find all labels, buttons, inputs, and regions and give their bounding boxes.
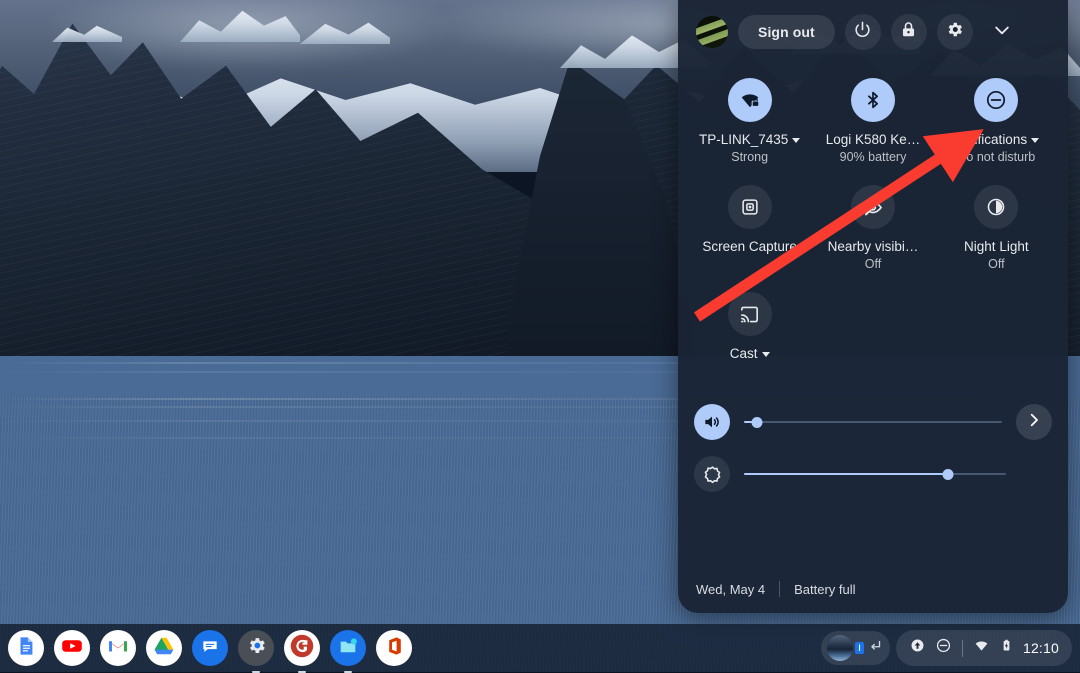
shelf-item-office[interactable] — [376, 630, 412, 666]
lock-button[interactable] — [891, 14, 927, 50]
battery-label: Battery full — [794, 582, 855, 597]
tile-nearby-visibility-label: Nearby visibi… — [828, 239, 919, 255]
power-button[interactable] — [845, 14, 881, 50]
volume-slider[interactable] — [744, 414, 1002, 430]
files-icon — [337, 635, 359, 662]
brightness-slider-thumb[interactable] — [943, 469, 954, 480]
clock: 12:10 — [1023, 640, 1059, 656]
shelf-item-files[interactable] — [330, 630, 366, 666]
shelf-item-settings[interactable] — [238, 630, 274, 666]
drive-icon — [152, 634, 176, 663]
return-key-icon[interactable] — [866, 637, 884, 660]
chevron-down-icon[interactable] — [762, 352, 770, 357]
status-area-button[interactable]: 12:10 — [896, 630, 1072, 666]
grammarly-icon — [289, 633, 315, 664]
shelf: ו — [0, 624, 1080, 672]
tile-screen-capture[interactable]: Screen Capture — [688, 181, 811, 276]
settings-button[interactable] — [937, 14, 973, 50]
system-tray: ו — [821, 630, 1072, 666]
power-icon — [853, 20, 872, 44]
do-not-disturb-icon — [935, 637, 952, 659]
shelf-app-list — [8, 624, 412, 672]
tile-bluetooth-label: Logi K580 Ke… — [826, 132, 921, 148]
tile-night-light-sub: Off — [988, 257, 1004, 272]
tile-screen-capture-label: Screen Capture — [702, 239, 797, 255]
tile-bluetooth-sub: 90% battery — [840, 150, 907, 165]
gear-icon — [945, 20, 964, 44]
tile-notifications-label: Notifications — [954, 132, 1040, 148]
tile-notifications[interactable]: Notifications Do not disturb — [935, 74, 1058, 169]
chevron-right-icon — [1025, 411, 1043, 434]
brightness-icon[interactable] — [694, 456, 730, 492]
tile-night-light[interactable]: Night Light Off — [935, 181, 1058, 276]
settings-icon — [246, 635, 267, 661]
tile-nearby-visibility[interactable]: Nearby visibi… Off — [811, 181, 934, 276]
footer-divider — [779, 581, 780, 597]
volume-slider-thumb[interactable] — [751, 417, 762, 428]
night-light-icon — [974, 185, 1018, 229]
volume-icon[interactable] — [694, 404, 730, 440]
lock-icon — [899, 20, 918, 44]
gmail-icon — [106, 634, 130, 663]
tray-divider — [962, 640, 963, 657]
ime-indicator-icon — [827, 635, 853, 661]
cast-icon — [728, 292, 772, 336]
youtube-icon — [60, 634, 84, 663]
brightness-slider-row — [694, 448, 1052, 500]
tile-nearby-visibility-sub: Off — [865, 257, 881, 272]
quick-settings-footer: Wed, May 4 Battery full — [678, 581, 1068, 613]
sign-out-button[interactable]: Sign out — [738, 15, 835, 49]
bluetooth-icon — [851, 78, 895, 122]
date-label: Wed, May 4 — [696, 582, 765, 597]
sign-out-label: Sign out — [758, 24, 815, 40]
chevron-down-icon[interactable] — [792, 138, 800, 143]
quick-settings-header: Sign out — [678, 0, 1068, 56]
tile-cast-label: Cast — [730, 346, 770, 362]
wifi-locked-icon — [728, 78, 772, 122]
chevron-down-icon — [992, 20, 1012, 45]
tile-night-light-label: Night Light — [964, 239, 1029, 255]
tile-wifi-label: TP-LINK_7435 — [699, 132, 800, 148]
tile-wifi-sub: Strong — [731, 150, 768, 165]
audio-settings-button[interactable] — [1016, 404, 1052, 440]
ime-indicator[interactable]: ו — [821, 631, 890, 665]
office-icon — [382, 634, 406, 663]
tile-wifi[interactable]: TP-LINK_7435 Strong — [688, 74, 811, 169]
nearby-visibility-off-icon — [851, 185, 895, 229]
shelf-item-google-docs[interactable] — [8, 630, 44, 666]
chevron-down-icon[interactable] — [1031, 138, 1039, 143]
shelf-item-youtube[interactable] — [54, 630, 90, 666]
tile-cast[interactable]: Cast — [688, 288, 811, 366]
shelf-item-google-drive[interactable] — [146, 630, 182, 666]
docs-icon — [15, 635, 37, 662]
shelf-item-grammarly[interactable] — [284, 630, 320, 666]
tile-notifications-sub: Do not disturb — [957, 150, 1035, 165]
brightness-slider[interactable] — [744, 466, 1006, 482]
shelf-item-messages[interactable] — [192, 630, 228, 666]
tile-bluetooth[interactable]: Logi K580 Ke… 90% battery — [811, 74, 934, 169]
quick-settings-sliders — [678, 370, 1068, 500]
battery-full-icon — [999, 637, 1014, 659]
wifi-icon — [973, 637, 990, 659]
avatar[interactable] — [696, 16, 728, 48]
screen-capture-icon — [728, 185, 772, 229]
shelf-item-gmail[interactable] — [100, 630, 136, 666]
do-not-disturb-icon — [974, 78, 1018, 122]
quick-settings-panel: Sign out — [678, 0, 1068, 613]
messages-icon — [200, 636, 220, 661]
volume-slider-row — [694, 396, 1052, 448]
collapse-button[interactable] — [985, 15, 1019, 49]
quick-settings-tiles: TP-LINK_7435 Strong Logi K580 Ke… 90% ba… — [678, 56, 1068, 370]
ime-label: ו — [855, 642, 864, 654]
upload-status-icon — [909, 637, 926, 659]
